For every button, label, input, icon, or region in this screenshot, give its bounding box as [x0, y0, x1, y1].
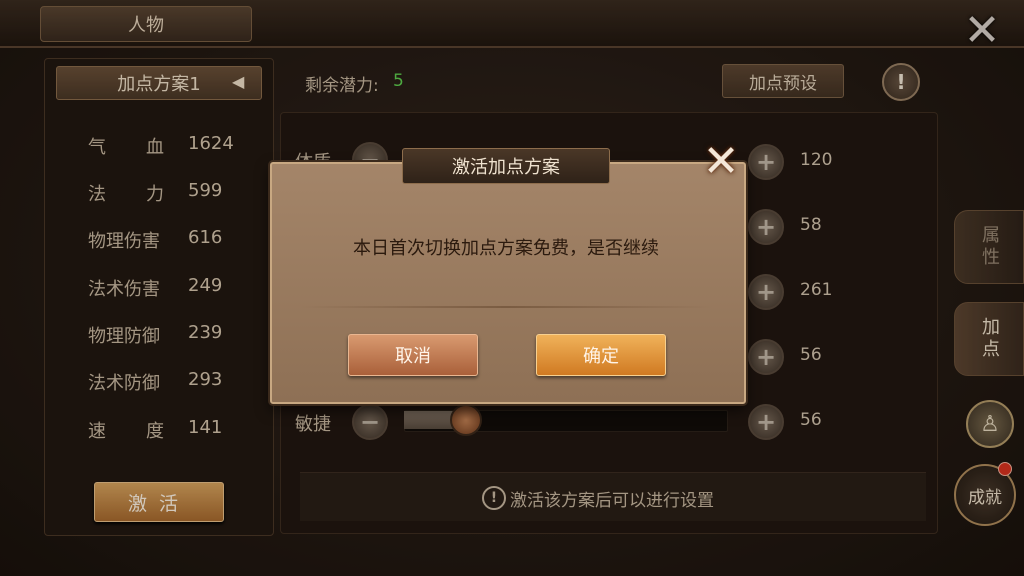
dialog-message: 本日首次切换加点方案免费，是否继续: [353, 238, 659, 259]
cancel-button[interactable]: 取消: [348, 334, 478, 376]
dialog-title: 激活加点方案: [402, 148, 610, 184]
confirm-button[interactable]: 确定: [536, 334, 666, 376]
close-icon[interactable]: ✕: [696, 136, 746, 187]
confirm-dialog: [270, 162, 746, 404]
dialog-divider: [300, 306, 712, 308]
